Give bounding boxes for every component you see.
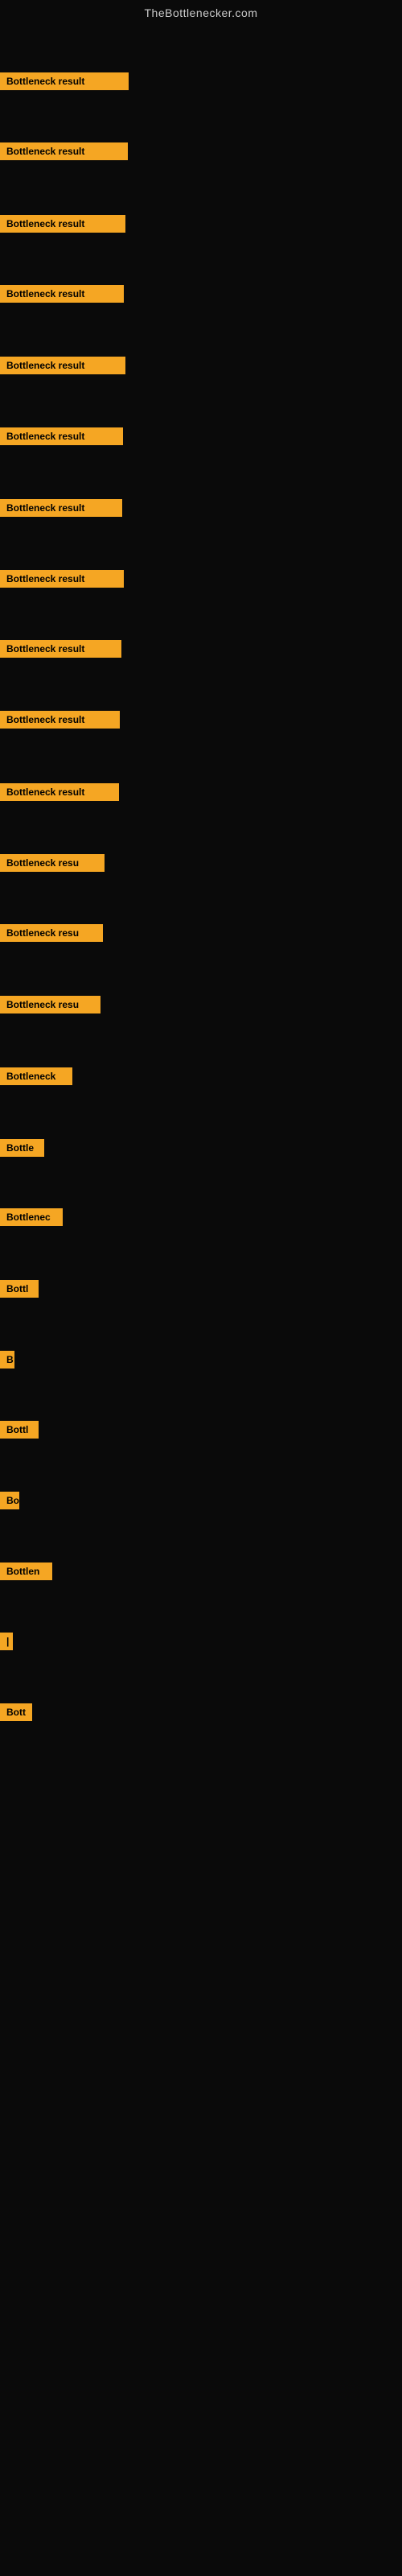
bottleneck-bar-1: Bottleneck result [0,72,129,90]
bottleneck-bar-5: Bottleneck result [0,357,125,374]
bottleneck-bar-10: Bottleneck result [0,711,120,729]
bottleneck-bar-9: Bottleneck result [0,640,121,658]
bottleneck-bar-20: Bottl [0,1421,39,1439]
bottleneck-bar-22: Bottlen [0,1563,52,1580]
bottleneck-bar-2: Bottleneck result [0,142,128,160]
site-title: TheBottlenecker.com [0,0,402,23]
bottleneck-bar-6: Bottleneck result [0,427,123,445]
bottleneck-bar-21: Bo [0,1492,19,1509]
bottleneck-bar-11: Bottleneck result [0,783,119,801]
bottleneck-bar-16: Bottle [0,1139,44,1157]
bottleneck-bar-3: Bottleneck result [0,215,125,233]
bottleneck-bar-23: | [0,1633,13,1650]
bottleneck-bar-4: Bottleneck result [0,285,124,303]
bottleneck-bar-14: Bottleneck resu [0,996,100,1013]
bottleneck-bar-15: Bottleneck [0,1067,72,1085]
bottleneck-bar-19: B [0,1351,14,1368]
bottleneck-bar-8: Bottleneck result [0,570,124,588]
bottleneck-bar-24: Bott [0,1703,32,1721]
bottleneck-bar-18: Bottl [0,1280,39,1298]
bottleneck-bar-7: Bottleneck result [0,499,122,517]
bottleneck-bar-12: Bottleneck resu [0,854,105,872]
bottleneck-bar-17: Bottlenec [0,1208,63,1226]
bottleneck-bar-13: Bottleneck resu [0,924,103,942]
bars-container: Bottleneck result Bottleneck result Bottle… [0,27,402,2522]
